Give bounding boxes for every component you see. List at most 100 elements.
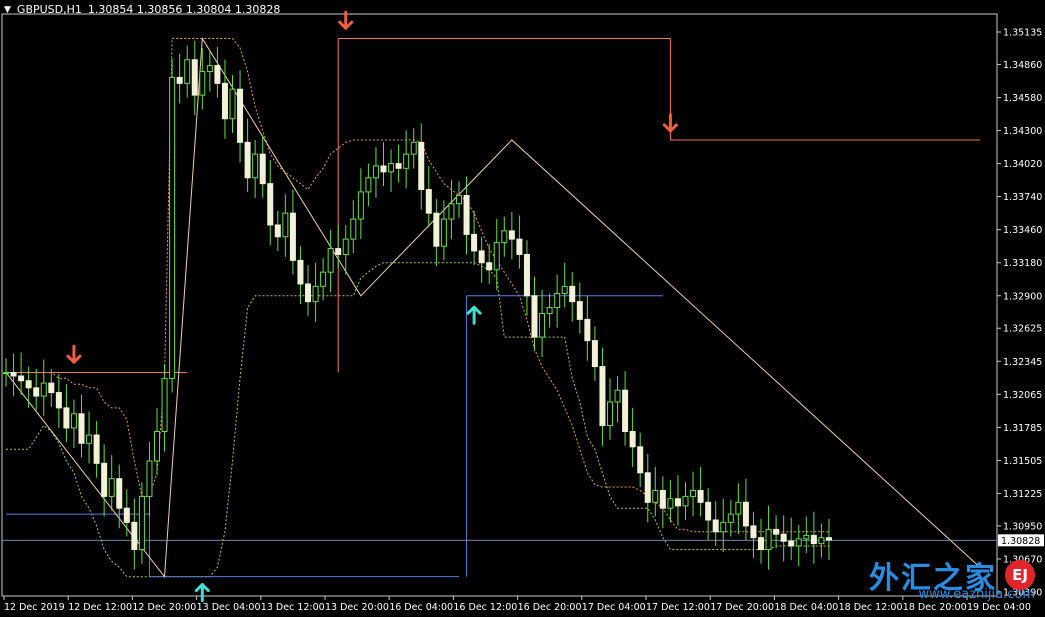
candle-body [607,401,613,427]
candle-body [795,538,802,547]
upper-channel-line [6,38,829,533]
candle-body [644,472,651,503]
candle-body [214,65,221,84]
candle-body [576,301,583,320]
candle-body [720,521,727,533]
candle-body [176,76,183,84]
candle-body [48,382,55,394]
candle-body [116,478,123,509]
candle-body [561,285,568,294]
candle-body [138,495,145,551]
candle-body [305,283,311,303]
sell-arrow-icon [338,10,354,30]
candle-body [289,212,296,261]
candle-body [320,271,327,287]
candle-body [327,248,334,273]
candle-body [70,413,77,429]
y-tick-label: 1.33740 [1003,192,1042,203]
candle-body [584,318,591,342]
candle-body [184,59,191,84]
y-tick-label: 1.35135 [1003,28,1042,39]
candle-body [788,540,795,547]
candle-body [629,430,636,448]
symbol-menu-icon[interactable]: ▼ [4,5,11,15]
ohlc-quote: 1.30854 1.30856 1.30804 1.30828 [87,3,281,16]
candle-body [697,490,704,503]
candle-body [395,163,402,169]
candle-body [531,295,538,338]
candle-body [448,203,455,220]
candle-body [478,250,485,264]
candle-body [705,501,712,521]
sell-arrow-icon [66,344,82,364]
x-tick-label: 16 Dec 04:00 [389,602,453,613]
x-tick-label: 13 Dec 04:00 [197,602,261,613]
candle-body [3,371,9,374]
y-tick-label: 1.32065 [1003,390,1042,401]
y-tick-label: 1.33460 [1003,225,1042,236]
candle-body [622,389,629,432]
x-tick-label: 12 Dec 2019 [4,602,65,613]
x-tick-label: 19 Dec 04:00 [967,602,1031,613]
chart-header: ▼ GBPUSD,H1 1.30854 1.30856 1.30804 1.30… [4,3,280,16]
candle-body [486,262,493,271]
candle-body [418,141,425,191]
candle-body [372,165,379,179]
x-tick-label: 13 Dec 12:00 [261,602,325,613]
candle-body [312,285,319,303]
candle-body [388,163,395,173]
x-tick-label: 18 Dec 04:00 [774,602,838,613]
candle-body [780,533,787,542]
candle-body [825,537,832,541]
candle-body [803,534,810,540]
candle-body [516,238,523,255]
candle-body [206,65,213,73]
candle-body [810,534,817,545]
y-tick-label: 1.31225 [1003,489,1042,500]
candle-body [471,233,478,252]
candle-body [682,495,689,507]
watermark-seal: EJ [1005,560,1035,590]
candle-body [78,413,85,444]
x-tick-label: 17 Dec 04:00 [582,602,646,613]
candle-body [765,528,772,551]
candle-body [403,153,410,169]
x-tick-label: 13 Dec 20:00 [325,602,389,613]
candle-body [154,430,160,462]
candle-body [501,230,508,244]
candle-body [652,490,659,503]
price-chart[interactable]: 1.35135 1.34860 1.34580 1.34300 1.34020 1.337… [0,0,1045,617]
x-tick-label: 12 Dec 20:00 [132,602,196,613]
candle-body [108,478,115,497]
candle-body [712,519,719,533]
candle-body [690,490,697,497]
y-tick-label: 1.32625 [1003,324,1042,335]
candle-body [735,501,742,515]
lower-channel-line [6,262,829,578]
y-tick-label: 1.31505 [1003,456,1042,467]
candle-body [599,366,606,427]
y-tick-label: 1.34300 [1003,126,1042,137]
candle-body [18,375,25,382]
candle-body [591,340,598,368]
candle-body [161,377,168,432]
candle-body [101,462,108,497]
x-tick-label: 17 Dec 12:00 [646,602,710,613]
candle-body [274,224,281,238]
candle-body [554,292,561,309]
y-tick-label: 1.34860 [1003,60,1042,71]
candle-body [252,153,259,179]
candle-body [380,165,387,173]
candle-body [131,521,138,551]
candle-body [433,212,440,247]
candle-body [221,82,228,120]
candle-body [440,218,447,247]
plot-frame [1,13,998,597]
candle-body [146,460,153,497]
candle-body [727,513,734,523]
candle-body [425,189,432,214]
candle-body [523,253,530,297]
candle-body [237,88,244,143]
watermark: 外汇之家 EJ www.eazhijia.com [869,553,1035,602]
watermark-url: www.eazhijia.com [918,587,1035,602]
